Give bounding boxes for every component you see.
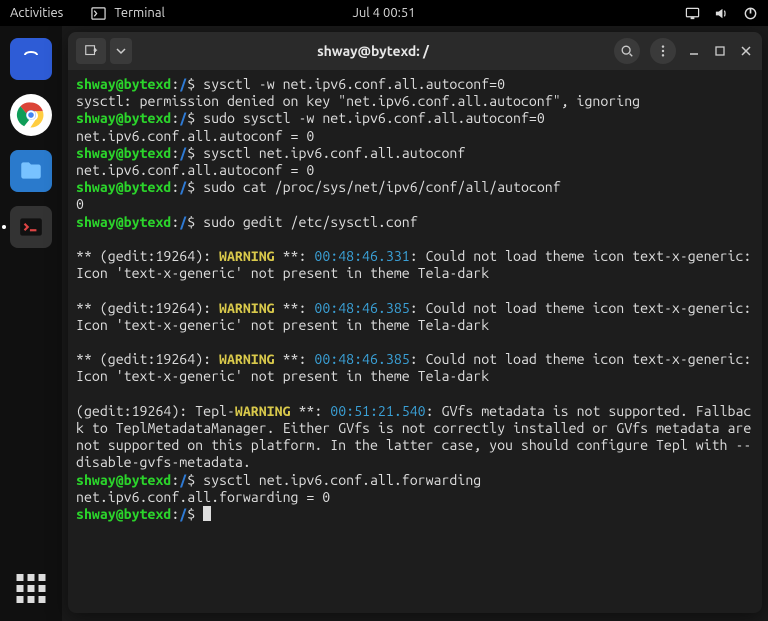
topbar-app-indicator[interactable]: Terminal [91,6,165,21]
chevron-down-icon [116,46,126,56]
terminal-icon [91,6,106,21]
prompt-line: shway@bytexd:/$ sudo sysctl -w net.ipv6.… [76,110,754,127]
new-tab-button[interactable] [76,38,106,64]
dock-item-shopping[interactable] [10,38,52,80]
tab-dropdown-button[interactable] [110,38,132,64]
close-button[interactable] [738,43,754,59]
power-icon [743,6,758,21]
output-line: net.ipv6.conf.all.autoconf = 0 [76,128,754,145]
output-line: sysctl: permission denied on key "net.ip… [76,93,754,110]
activities-button[interactable]: Activities [10,6,63,20]
clock[interactable]: Jul 4 00:51 [352,6,415,20]
show-applications-button[interactable] [17,574,46,603]
output-line: 0 [76,196,754,213]
prompt-line: shway@bytexd:/$ sudo gedit /etc/sysctl.c… [76,214,754,231]
kebab-icon [656,44,670,58]
dock [0,26,62,621]
warning-line: ** (gedit:19264): WARNING **: 00:48:46.3… [76,351,754,385]
menu-button[interactable] [650,38,676,64]
blank-line [76,334,754,351]
cursor [203,506,211,521]
warning-line: (gedit:19264): Tepl-WARNING **: 00:51:21… [76,403,754,472]
output-line: net.ipv6.conf.all.forwarding = 0 [76,489,754,506]
prompt-line: shway@bytexd:/$ sysctl net.ipv6.conf.all… [76,472,754,489]
screen-icon [685,6,700,21]
terminal-output[interactable]: shway@bytexd:/$ sysctl -w net.ipv6.conf.… [68,70,762,613]
warning-line: ** (gedit:19264): WARNING **: 00:48:46.3… [76,248,754,282]
warning-line: ** (gedit:19264): WARNING **: 00:48:46.3… [76,300,754,334]
output-line: net.ipv6.conf.all.autoconf = 0 [76,162,754,179]
blank-line [76,386,754,403]
minimize-button[interactable] [686,43,702,59]
prompt-line: shway@bytexd:/$ [76,506,754,523]
search-icon [620,44,634,58]
terminal-app-icon [18,214,44,240]
prompt-line: shway@bytexd:/$ sysctl net.ipv6.conf.all… [76,145,754,162]
gnome-topbar: Activities Terminal Jul 4 00:51 [0,0,768,26]
topbar-app-label: Terminal [114,6,165,20]
chrome-icon [16,100,46,130]
blank-line [76,231,754,248]
window-title: shway@bytexd: / [138,43,608,59]
files-icon [18,158,44,184]
blank-line [76,282,754,299]
volume-icon [714,6,729,21]
close-icon [740,45,752,57]
minimize-icon [688,45,700,57]
terminal-window: shway@bytexd: / shway@bytexd:/$ sysctl -… [68,32,762,613]
titlebar: shway@bytexd: / [68,32,762,70]
search-button[interactable] [614,38,640,64]
dock-item-files[interactable] [10,150,52,192]
dock-item-terminal[interactable] [10,206,52,248]
prompt-line: shway@bytexd:/$ sudo cat /proc/sys/net/i… [76,179,754,196]
maximize-button[interactable] [712,43,728,59]
bag-icon [19,47,43,71]
new-tab-icon [84,44,98,58]
dock-item-chrome[interactable] [10,94,52,136]
maximize-icon [714,45,726,57]
prompt-line: shway@bytexd:/$ sysctl -w net.ipv6.conf.… [76,76,754,93]
system-tray[interactable] [685,6,758,21]
